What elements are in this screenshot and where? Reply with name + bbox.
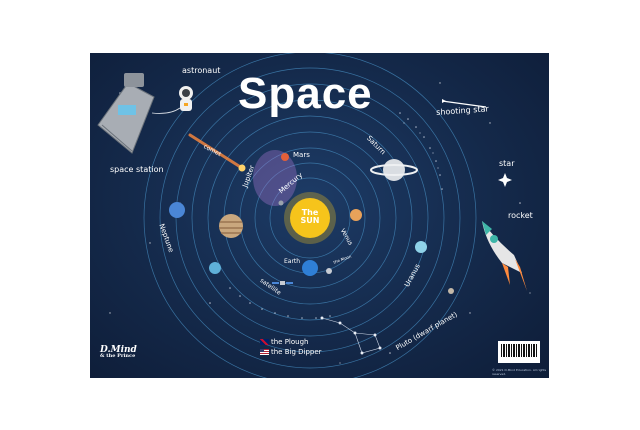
page-title: Space [238,69,373,118]
satellite-icon [272,281,293,285]
label-mars: Mars [293,151,310,159]
mercury-planet [278,200,284,206]
venus-planet [350,209,362,221]
earth-planet [302,260,318,276]
brand-line2: & the Prince [100,353,136,360]
star-icon [498,173,512,187]
label-big-dipper-text: the Big Dipper [271,348,322,356]
jupiter-planet [219,214,243,238]
label-big-dipper: the Big Dipper [260,349,322,356]
label-rocket: rocket [508,211,533,220]
copyright-text: © 2021 D.Mind Education. All rights rese… [492,368,547,376]
neptune-planet [169,202,185,218]
saturn-planet [370,159,418,181]
brand-logo: D.Mind & the Prince [100,346,137,359]
us-flag-icon [260,349,269,355]
extra-planet [209,262,221,274]
space-poster: Space astronaut space station comet Mars… [90,53,549,378]
constellation-big-dipper [320,316,382,355]
barcode [498,341,540,363]
barcode-bars [501,344,537,357]
pluto-dwarf-planet [448,288,454,294]
label-plough-text: the Plough [271,338,309,346]
tether-line [151,107,181,114]
comet-head [238,164,246,172]
uranus-planet [415,241,427,253]
rocket-icon [482,221,527,291]
label-sun: The SUN [300,208,320,226]
label-star: star [499,159,515,168]
shooting-star-head [442,99,446,103]
label-space-station: space station [110,165,164,174]
asteroid-belt [229,112,443,319]
moon [326,268,332,274]
astronaut-icon [179,86,193,111]
label-astronaut: astronaut [182,66,221,75]
label-plough: the Plough [260,339,308,346]
mars-planet [281,153,289,161]
space-station-icon [97,73,155,154]
uk-flag-icon [260,339,269,345]
label-earth: Earth [284,258,301,265]
